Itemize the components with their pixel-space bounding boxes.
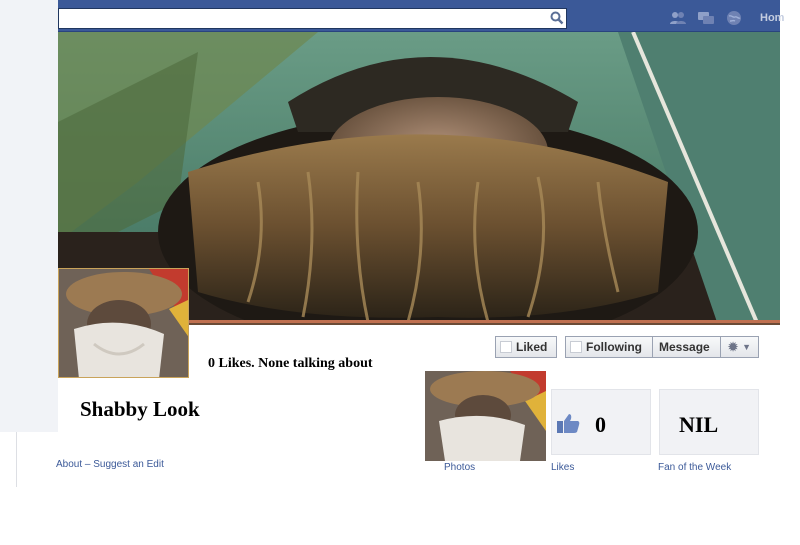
about-suggest-edit-link[interactable]: About – Suggest an Edit <box>56 459 164 470</box>
message-button[interactable]: Message <box>652 336 721 358</box>
messages-icon[interactable] <box>697 10 715 26</box>
fan-of-week-app-box[interactable]: NIL <box>659 389 759 455</box>
photos-label[interactable]: Photos <box>444 462 475 473</box>
friend-requests-icon[interactable] <box>669 10 687 26</box>
liked-button[interactable]: Liked <box>495 336 557 358</box>
fan-of-week-value: NIL <box>679 412 719 437</box>
home-link[interactable]: Hom <box>760 12 784 24</box>
top-navigation-bar: Hom <box>58 0 784 32</box>
message-button-label: Message <box>659 340 710 354</box>
likes-count: 0 <box>595 412 606 437</box>
left-sidebar-strip <box>0 0 58 432</box>
checkbox-icon <box>500 341 512 353</box>
checkbox-icon <box>570 341 582 353</box>
search-icon[interactable] <box>550 11 564 25</box>
divider <box>16 432 17 487</box>
page-title: Shabby Look <box>80 397 200 421</box>
liked-button-label: Liked <box>516 340 548 354</box>
photos-app-thumbnail[interactable] <box>425 371 546 461</box>
following-button[interactable]: Following <box>565 336 653 358</box>
following-button-label: Following <box>586 340 642 354</box>
settings-dropdown-button[interactable]: ✹ ▼ <box>720 336 759 358</box>
thumbs-up-icon <box>557 414 580 433</box>
likes-summary: 0 Likes. None talking about <box>208 356 373 371</box>
chevron-down-icon: ▼ <box>742 342 751 352</box>
profile-picture[interactable] <box>58 268 189 378</box>
notifications-globe-icon[interactable] <box>725 10 743 26</box>
likes-label[interactable]: Likes <box>551 462 574 473</box>
search-input[interactable] <box>58 8 567 29</box>
likes-app-box[interactable]: 0 <box>551 389 651 455</box>
gear-icon: ✹ <box>728 340 739 354</box>
fan-of-week-label[interactable]: Fan of the Week <box>658 462 731 473</box>
